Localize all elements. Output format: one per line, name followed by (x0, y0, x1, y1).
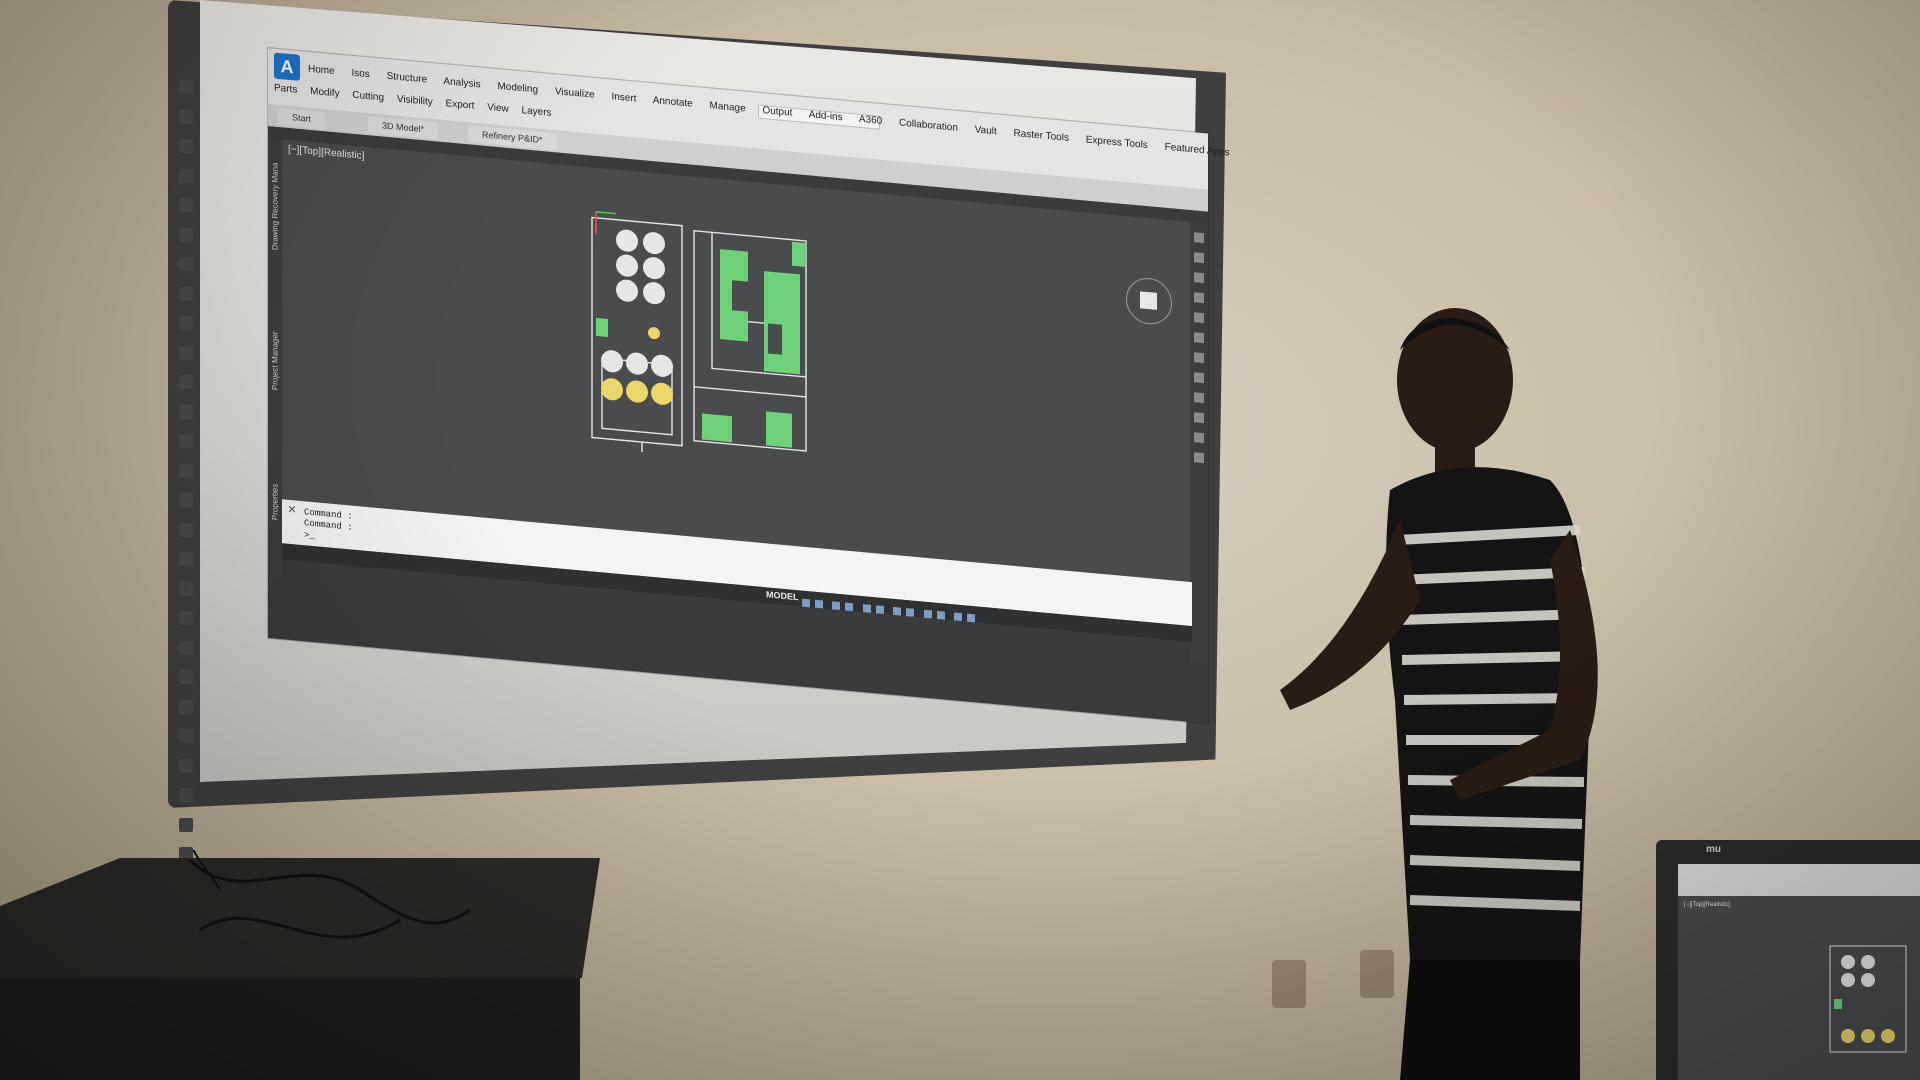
palette-icon[interactable] (1194, 292, 1204, 304)
whiteboard-tool-strip (176, 80, 198, 891)
plant-layout-plan (591, 211, 807, 463)
tab-start[interactable]: Start (278, 107, 326, 130)
snap-icon[interactable] (815, 599, 823, 609)
osnap-icon[interactable] (862, 604, 871, 613)
ribbon-panel[interactable]: Parts (274, 83, 297, 96)
cables (188, 850, 471, 939)
tool-palettes-strip (1190, 221, 1208, 664)
tab-3d-model[interactable]: 3D Model* (368, 116, 439, 140)
customize-icon[interactable] (967, 613, 976, 623)
ortho-icon[interactable] (832, 601, 841, 611)
ribbon-panel[interactable]: View (487, 102, 509, 115)
laptop-viewport-label: [−][Top][Realistic] (1684, 902, 1730, 908)
close-icon[interactable]: ✕ (286, 504, 298, 517)
model-space-toggle[interactable]: MODEL (766, 589, 799, 602)
viewcube[interactable] (1126, 276, 1172, 327)
palette-icon[interactable] (1194, 312, 1204, 324)
ribbon-panel[interactable]: Export (446, 98, 475, 112)
laptop-ribbon (1678, 864, 1920, 896)
ribbon-panel[interactable]: Visibility (397, 94, 433, 108)
ribbon-panel[interactable]: Cutting (352, 90, 384, 104)
grid-icon[interactable] (802, 598, 810, 608)
ribbon-tab[interactable]: Isos (351, 68, 369, 81)
ribbon-tab[interactable]: Insert (611, 91, 636, 104)
ribbon-tab[interactable]: Home (308, 64, 335, 77)
laptop-screen: [−][Top][Realistic] (1678, 864, 1920, 1080)
command-input[interactable]: >_ (304, 530, 315, 541)
ribbon-tab[interactable]: Annotate (653, 95, 693, 110)
app-logo[interactable]: A (274, 52, 300, 81)
ribbon-panel[interactable]: Modify (310, 86, 339, 100)
laptop-brand: mu (1706, 844, 1721, 855)
palette-icon[interactable] (1194, 332, 1204, 344)
palette-icon[interactable] (1194, 232, 1204, 244)
desk-front (0, 978, 580, 1080)
ribbon-tab[interactable]: Vault (975, 124, 997, 137)
ribbon-tab[interactable]: A360 (859, 114, 882, 127)
tab-refinery-pid[interactable]: Refinery P&ID* (468, 125, 557, 151)
ribbon-tab[interactable]: Raster Tools (1014, 128, 1069, 144)
palette-drawing-recovery[interactable]: Drawing Recovery Mana (271, 156, 280, 250)
palette-properties[interactable]: Properties (271, 426, 280, 520)
viewcube-face[interactable] (1140, 291, 1157, 310)
hardware-icon[interactable] (954, 612, 963, 622)
lineweight-icon[interactable] (893, 606, 902, 616)
ribbon-tab[interactable]: Express Tools (1086, 134, 1148, 151)
polar-icon[interactable] (845, 602, 854, 612)
palette-icon[interactable] (1194, 272, 1204, 284)
left-palette-strip: Drawing Recovery Mana Project Manager Pr… (268, 138, 282, 580)
laptop-plan-preview (1829, 945, 1907, 1053)
palette-project-manager[interactable]: Project Manager (271, 296, 280, 391)
ribbon-tab[interactable]: Manage (710, 100, 746, 114)
ribbon-panel[interactable]: Layers (522, 105, 552, 119)
palette-icon[interactable] (1194, 432, 1204, 444)
presenter (1280, 308, 1598, 1080)
palette-icon[interactable] (1194, 372, 1204, 384)
isolate-icon[interactable] (936, 610, 945, 620)
ribbon-tab[interactable]: Analysis (443, 76, 480, 90)
ribbon-tab[interactable]: Modeling (497, 81, 538, 96)
otrack-icon[interactable] (875, 605, 884, 615)
palette-icon[interactable] (1194, 452, 1204, 464)
laptop: mu [−][Top][Realistic] (1656, 840, 1920, 1080)
workspace-icon[interactable] (923, 609, 932, 619)
annotation-icon[interactable] (906, 608, 915, 617)
ribbon-tab[interactable]: Collaboration (899, 117, 958, 133)
palette-icon[interactable] (1194, 252, 1204, 264)
palette-icon[interactable] (1194, 352, 1204, 364)
photo-scene: A Home Isos Structure Analysis Modeling … (0, 0, 1920, 1080)
palette-icon[interactable] (1194, 392, 1204, 404)
autocad-plant3d-window: A Home Isos Structure Analysis Modeling … (268, 48, 1230, 724)
viewport-controls[interactable]: [−][Top][Realistic] (288, 144, 364, 162)
ribbon-tab[interactable]: Structure (387, 71, 428, 86)
palette-icon[interactable] (1194, 412, 1204, 424)
ribbon-tab[interactable]: Visualize (555, 86, 595, 101)
